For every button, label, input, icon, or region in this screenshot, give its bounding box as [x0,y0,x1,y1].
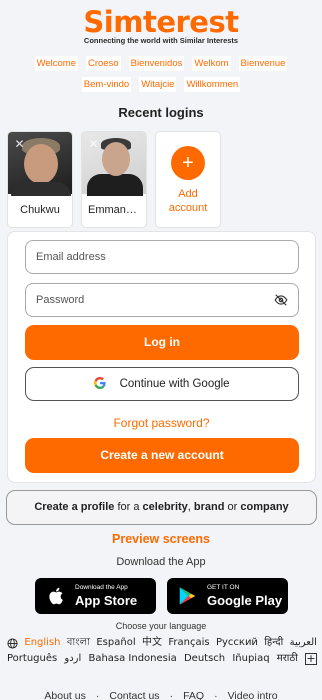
google-play-badge[interactable]: GET IT ON Google Play [167,578,288,614]
brand-tagline: Connecting the world with Similar Intere… [83,36,239,45]
footer-video-link[interactable]: Video intro [228,690,278,700]
greeting: Witajcie [139,77,177,92]
app-store-badge[interactable]: Download the App App Store [35,578,156,614]
create-profile-button[interactable]: Create a profile for a celebrity, brand … [6,490,317,525]
plus-icon[interactable]: + [171,146,205,180]
greeting: Croeso [85,56,121,71]
greeting: Bienvenue [238,56,288,71]
google-login-label: Continue with Google [119,378,230,390]
app-store-big: App Store [75,592,138,608]
globe-icon [7,637,18,649]
play-store-icon [179,587,196,605]
language-selector: English বাংলা Español 中文 Français Русски… [7,635,317,667]
language-option[interactable]: Iñupiaq [232,651,269,667]
login-button[interactable]: Log in [25,325,299,360]
preview-screens-link[interactable]: Preview screens [0,532,322,546]
footer-separator: · [169,690,174,700]
apple-icon [49,587,63,605]
language-option[interactable]: العربية [290,635,317,651]
language-option[interactable]: Deutsch [184,651,225,667]
google-play-big: Google Play [207,592,283,608]
google-play-small: GET IT ON [207,584,240,592]
avatar: ✕ [8,132,72,196]
add-account-text: Add account [168,188,208,214]
language-option[interactable]: मराठी [277,651,298,667]
language-option[interactable]: English [24,635,60,651]
password-field[interactable]: Password [25,283,299,317]
language-option[interactable]: Español [96,635,135,651]
recent-logins-title: Recent logins [118,105,204,120]
profile-text: for a [114,501,143,513]
language-option[interactable]: اردو [64,651,81,667]
password-placeholder: Password [36,294,85,306]
language-option[interactable]: Русский [216,635,258,651]
profile-company: company [240,501,289,513]
language-option[interactable]: Français [168,635,209,651]
footer-faq-link[interactable]: FAQ [183,690,204,700]
language-option[interactable]: Bahasa Indonesia [88,651,176,667]
profile-celebrity: celebrity [142,501,188,513]
choose-language-label: Choose your language [115,621,207,631]
plus-icon[interactable]: + [304,653,317,665]
email-field[interactable]: Email address [25,240,299,274]
footer-about-link[interactable]: About us [44,690,85,700]
forgot-password-link[interactable]: Forgot password? [8,416,315,430]
language-option[interactable]: Português [7,651,57,667]
close-icon[interactable]: ✕ [13,138,26,151]
close-icon[interactable]: ✕ [87,138,100,151]
recent-login-name: Emmanuel [88,204,141,216]
create-account-button[interactable]: Create a new account [25,438,299,473]
greeting: Bem-vindo [81,77,132,92]
greeting: Bienvenidos [128,56,185,71]
language-option[interactable]: हिन्दी [264,635,283,651]
footer-contact-link[interactable]: Contact us [109,690,159,700]
google-icon [94,376,107,389]
recent-login-name: Chukwu [20,204,60,216]
recent-login-card[interactable]: ✕ Emmanuel [81,131,147,228]
greetings: Welcome Croeso Bienvenidos Welkom Bienve… [14,56,308,92]
download-app-label: Download the App [116,556,206,568]
footer-separator: · [95,690,100,700]
profile-text: or [224,501,241,513]
app-store-small: Download the App [75,584,128,592]
greeting: Welcome [34,56,78,71]
footer-separator: · [214,690,218,700]
language-option[interactable]: বাংলা [67,635,90,651]
greeting: Willkommen [184,77,241,92]
recent-login-card[interactable]: ✕ Chukwu [7,131,73,228]
add-account-card[interactable]: + Add account [155,131,221,228]
greeting: Welkom [192,56,231,71]
create-profile-prefix: Create a profile [34,501,115,513]
recent-logins-list: ✕ Chukwu ✕ Emmanuel + Add account [0,131,322,228]
email-placeholder: Email address [36,251,106,263]
language-option[interactable]: 中文 [142,635,162,651]
brand-logo: Simterest [83,5,239,39]
profile-brand: brand [193,501,225,513]
add-account-label: Add account [163,187,213,215]
login-form: Email address Password Log in Continue w… [7,231,316,483]
footer-links: About us · Contact us · FAQ · Video intr… [0,690,322,700]
avatar: ✕ [82,132,146,196]
google-login-button[interactable]: Continue with Google [25,367,299,401]
eye-off-icon[interactable] [274,293,288,307]
